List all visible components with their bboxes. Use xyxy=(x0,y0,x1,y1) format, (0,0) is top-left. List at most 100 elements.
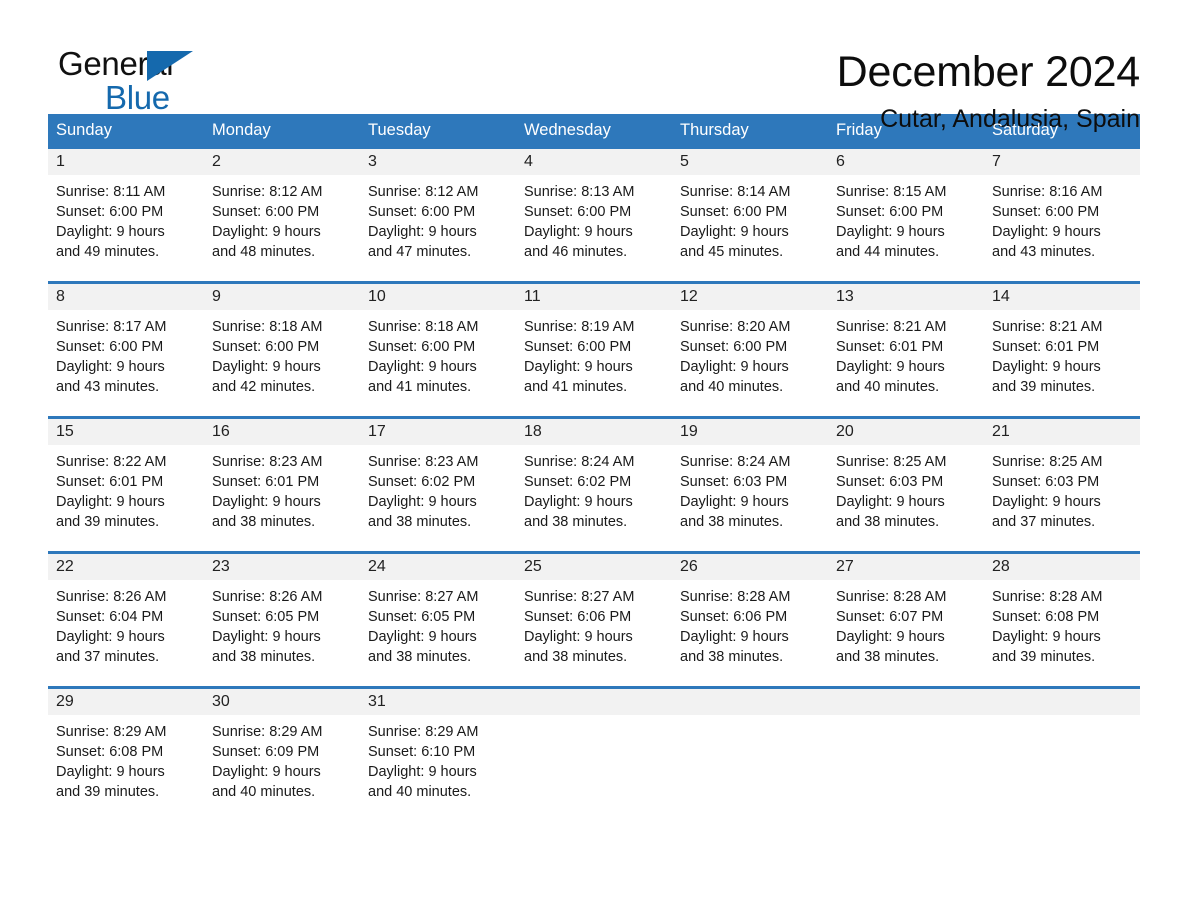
day-details: Sunrise: 8:29 AM Sunset: 6:09 PM Dayligh… xyxy=(204,715,360,802)
day-number-band: 31 xyxy=(360,689,516,715)
day-number: 27 xyxy=(836,558,854,575)
day-cell[interactable]: 9 Sunrise: 8:18 AM Sunset: 6:00 PM Dayli… xyxy=(204,284,360,416)
sunset-text: Sunset: 6:02 PM xyxy=(524,474,632,490)
day-cell-empty xyxy=(516,689,672,806)
sunrise-text: Sunrise: 8:21 AM xyxy=(992,319,1103,335)
daylight-text-line1: Daylight: 9 hours xyxy=(368,359,477,375)
day-details: Sunrise: 8:25 AM Sunset: 6:03 PM Dayligh… xyxy=(828,445,984,532)
daylight-text-line2: and 46 minutes. xyxy=(524,244,628,260)
day-number-band: 30 xyxy=(204,689,360,715)
day-cell[interactable]: 29 Sunrise: 8:29 AM Sunset: 6:08 PM Dayl… xyxy=(48,689,204,806)
sunset-text: Sunset: 6:01 PM xyxy=(212,474,320,490)
page-header: General Blue December 2024 Cutar, Andalu… xyxy=(48,0,1141,133)
day-cell[interactable]: 3 Sunrise: 8:12 AM Sunset: 6:00 PM Dayli… xyxy=(360,149,516,281)
day-cell-empty xyxy=(828,689,984,806)
sunrise-text: Sunrise: 8:28 AM xyxy=(836,589,947,605)
day-cell[interactable]: 8 Sunrise: 8:17 AM Sunset: 6:00 PM Dayli… xyxy=(48,284,204,416)
day-cell[interactable]: 4 Sunrise: 8:13 AM Sunset: 6:00 PM Dayli… xyxy=(516,149,672,281)
day-number-band: 14 xyxy=(984,284,1140,310)
daylight-text-line2: and 40 minutes. xyxy=(836,379,940,395)
day-number: 19 xyxy=(680,423,698,440)
day-cell[interactable]: 2 Sunrise: 8:12 AM Sunset: 6:00 PM Dayli… xyxy=(204,149,360,281)
day-cell[interactable]: 24 Sunrise: 8:27 AM Sunset: 6:05 PM Dayl… xyxy=(360,554,516,686)
day-number-band: 5 xyxy=(672,149,828,175)
daylight-text-line1: Daylight: 9 hours xyxy=(992,629,1101,645)
daylight-text-line2: and 38 minutes. xyxy=(524,649,628,665)
day-number: 7 xyxy=(992,153,1001,170)
day-number: 15 xyxy=(56,423,74,440)
sunset-text: Sunset: 6:10 PM xyxy=(368,744,476,760)
day-cell[interactable]: 7 Sunrise: 8:16 AM Sunset: 6:00 PM Dayli… xyxy=(984,149,1140,281)
day-cell[interactable]: 14 Sunrise: 8:21 AM Sunset: 6:01 PM Dayl… xyxy=(984,284,1140,416)
day-number: 24 xyxy=(368,558,386,575)
day-details: Sunrise: 8:12 AM Sunset: 6:00 PM Dayligh… xyxy=(360,175,516,262)
day-number: 14 xyxy=(992,288,1010,305)
daylight-text-line2: and 38 minutes. xyxy=(836,649,940,665)
day-details: Sunrise: 8:29 AM Sunset: 6:10 PM Dayligh… xyxy=(360,715,516,802)
daylight-text-line2: and 38 minutes. xyxy=(680,514,784,530)
daylight-text-line1: Daylight: 9 hours xyxy=(680,629,789,645)
day-cell[interactable]: 25 Sunrise: 8:27 AM Sunset: 6:06 PM Dayl… xyxy=(516,554,672,686)
day-number-band: 24 xyxy=(360,554,516,580)
general-blue-logo[interactable]: General Blue xyxy=(48,44,248,124)
daylight-text-line2: and 42 minutes. xyxy=(212,379,316,395)
daylight-text-line2: and 43 minutes. xyxy=(992,244,1096,260)
day-number: 25 xyxy=(524,558,542,575)
day-number-band: 23 xyxy=(204,554,360,580)
sunrise-text: Sunrise: 8:26 AM xyxy=(56,589,167,605)
daylight-text-line1: Daylight: 9 hours xyxy=(992,359,1101,375)
day-cell[interactable]: 1 Sunrise: 8:11 AM Sunset: 6:00 PM Dayli… xyxy=(48,149,204,281)
sunset-text: Sunset: 6:00 PM xyxy=(524,339,632,355)
daylight-text-line1: Daylight: 9 hours xyxy=(524,629,633,645)
day-cell[interactable]: 20 Sunrise: 8:25 AM Sunset: 6:03 PM Dayl… xyxy=(828,419,984,551)
sunset-text: Sunset: 6:04 PM xyxy=(56,609,164,625)
day-details: Sunrise: 8:21 AM Sunset: 6:01 PM Dayligh… xyxy=(984,310,1140,397)
daylight-text-line1: Daylight: 9 hours xyxy=(368,764,477,780)
day-cell[interactable]: 10 Sunrise: 8:18 AM Sunset: 6:00 PM Dayl… xyxy=(360,284,516,416)
day-cell[interactable]: 31 Sunrise: 8:29 AM Sunset: 6:10 PM Dayl… xyxy=(360,689,516,806)
sunset-text: Sunset: 6:00 PM xyxy=(680,204,788,220)
day-cell[interactable]: 5 Sunrise: 8:14 AM Sunset: 6:00 PM Dayli… xyxy=(672,149,828,281)
sunset-text: Sunset: 6:05 PM xyxy=(368,609,476,625)
daylight-text-line1: Daylight: 9 hours xyxy=(368,494,477,510)
daylight-text-line2: and 39 minutes. xyxy=(992,649,1096,665)
day-number-band: 20 xyxy=(828,419,984,445)
sunset-text: Sunset: 6:08 PM xyxy=(56,744,164,760)
day-cell[interactable]: 6 Sunrise: 8:15 AM Sunset: 6:00 PM Dayli… xyxy=(828,149,984,281)
day-cell[interactable]: 27 Sunrise: 8:28 AM Sunset: 6:07 PM Dayl… xyxy=(828,554,984,686)
day-cell[interactable]: 13 Sunrise: 8:21 AM Sunset: 6:01 PM Dayl… xyxy=(828,284,984,416)
sunset-text: Sunset: 6:08 PM xyxy=(992,609,1100,625)
day-details: Sunrise: 8:26 AM Sunset: 6:05 PM Dayligh… xyxy=(204,580,360,667)
sunset-text: Sunset: 6:05 PM xyxy=(212,609,320,625)
day-number-band: 4 xyxy=(516,149,672,175)
day-cell[interactable]: 21 Sunrise: 8:25 AM Sunset: 6:03 PM Dayl… xyxy=(984,419,1140,551)
day-cell[interactable]: 16 Sunrise: 8:23 AM Sunset: 6:01 PM Dayl… xyxy=(204,419,360,551)
sunset-text: Sunset: 6:00 PM xyxy=(992,204,1100,220)
day-number-band: 17 xyxy=(360,419,516,445)
day-cell[interactable]: 26 Sunrise: 8:28 AM Sunset: 6:06 PM Dayl… xyxy=(672,554,828,686)
calendar-page: General Blue December 2024 Cutar, Andalu… xyxy=(0,0,1188,918)
daylight-text-line1: Daylight: 9 hours xyxy=(56,764,165,780)
daylight-text-line1: Daylight: 9 hours xyxy=(56,629,165,645)
day-cell[interactable]: 18 Sunrise: 8:24 AM Sunset: 6:02 PM Dayl… xyxy=(516,419,672,551)
day-cell[interactable]: 28 Sunrise: 8:28 AM Sunset: 6:08 PM Dayl… xyxy=(984,554,1140,686)
day-cell[interactable]: 11 Sunrise: 8:19 AM Sunset: 6:00 PM Dayl… xyxy=(516,284,672,416)
day-number-band: 1 xyxy=(48,149,204,175)
day-number: 23 xyxy=(212,558,230,575)
day-cell[interactable]: 23 Sunrise: 8:26 AM Sunset: 6:05 PM Dayl… xyxy=(204,554,360,686)
day-cell[interactable]: 30 Sunrise: 8:29 AM Sunset: 6:09 PM Dayl… xyxy=(204,689,360,806)
day-cell[interactable]: 15 Sunrise: 8:22 AM Sunset: 6:01 PM Dayl… xyxy=(48,419,204,551)
daylight-text-line2: and 45 minutes. xyxy=(680,244,784,260)
page-title: December 2024 xyxy=(836,48,1141,96)
day-number: 31 xyxy=(368,693,386,710)
day-number-band: 11 xyxy=(516,284,672,310)
day-cell[interactable]: 22 Sunrise: 8:26 AM Sunset: 6:04 PM Dayl… xyxy=(48,554,204,686)
daylight-text-line2: and 39 minutes. xyxy=(56,514,160,530)
daylight-text-line1: Daylight: 9 hours xyxy=(524,494,633,510)
day-cell[interactable]: 12 Sunrise: 8:20 AM Sunset: 6:00 PM Dayl… xyxy=(672,284,828,416)
daylight-text-line2: and 38 minutes. xyxy=(212,649,316,665)
day-details: Sunrise: 8:27 AM Sunset: 6:06 PM Dayligh… xyxy=(516,580,672,667)
day-cell[interactable]: 19 Sunrise: 8:24 AM Sunset: 6:03 PM Dayl… xyxy=(672,419,828,551)
sunrise-text: Sunrise: 8:18 AM xyxy=(368,319,479,335)
day-cell[interactable]: 17 Sunrise: 8:23 AM Sunset: 6:02 PM Dayl… xyxy=(360,419,516,551)
